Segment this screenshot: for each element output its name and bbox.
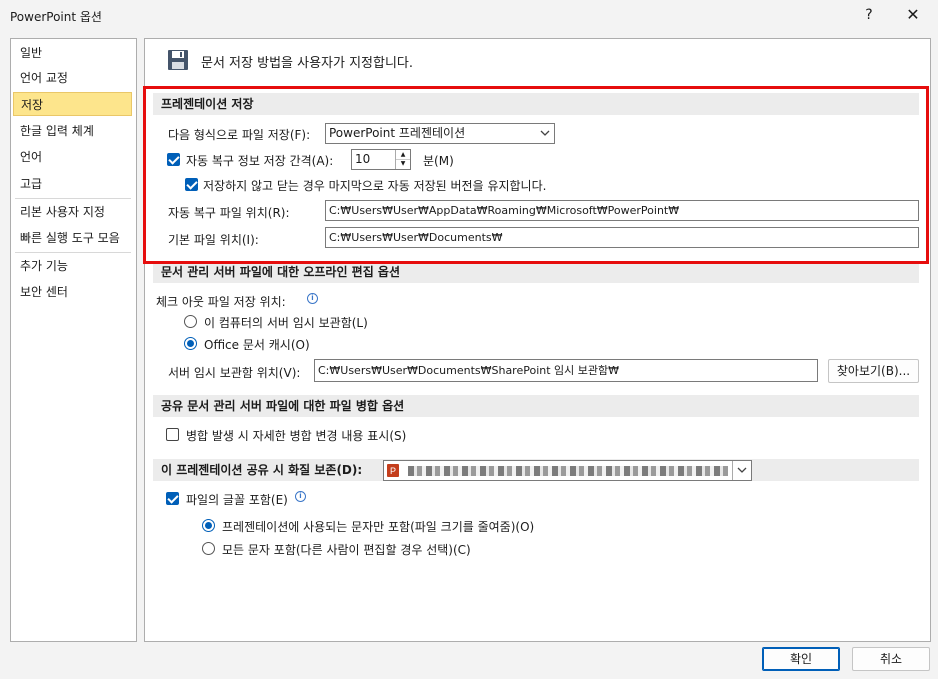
radio-this-computer-label: 이 컴퓨터의 서버 임시 보관함(L) (204, 316, 368, 330)
svg-text:P: P (390, 466, 396, 476)
chevron-down-icon (737, 467, 747, 473)
embed-fonts-label: 파일의 글꼴 포함(E) (186, 493, 288, 507)
radio-embed-used-chars-label: 프레젠테이션에 사용되는 문자만 포함(파일 크기를 줄여줌)(O) (222, 520, 535, 534)
sidebar-item-language[interactable]: 언어 (13, 145, 132, 169)
info-icon: i (295, 491, 306, 502)
show-merge-changes-label: 병합 발생 시 자세한 병합 변경 내용 표시(S) (186, 429, 407, 443)
help-button[interactable]: ? (858, 4, 880, 26)
redacted-presentation-name (408, 466, 728, 476)
sidebar-item-trust-center[interactable]: 보안 센터 (13, 280, 132, 304)
browse-button[interactable]: 찾아보기(B)... (828, 359, 919, 383)
radio-office-cache[interactable] (184, 337, 197, 350)
sidebar-item-proofing[interactable]: 언어 교정 (13, 66, 132, 90)
sidebar-item-customize-ribbon[interactable]: 리본 사용자 지정 (13, 200, 132, 224)
close-button[interactable]: ✕ (900, 4, 926, 26)
title-bar: PowerPoint 옵션 ? ✕ (0, 0, 938, 32)
embed-fonts-checkbox[interactable] (166, 492, 179, 505)
sidebar-item-save[interactable]: 저장 (13, 92, 132, 116)
server-drafts-input[interactable]: C:₩Users₩User₩Documents₩SharePoint 임시 보관… (314, 359, 818, 382)
sidebar-divider (15, 252, 131, 253)
powerpoint-file-icon: P (387, 464, 399, 477)
ok-button[interactable]: 확인 (762, 647, 840, 671)
radio-embed-all-chars-label: 모든 문자 포함(다른 사람이 편집할 경우 선택)(C) (222, 543, 471, 557)
sidebar-divider (15, 198, 131, 199)
dropdown-toggle[interactable] (732, 461, 751, 480)
checkout-location-label: 체크 아웃 파일 저장 위치: (156, 295, 286, 309)
presentation-select-dropdown[interactable]: P (383, 460, 752, 481)
highlight-box (143, 86, 929, 264)
server-drafts-label: 서버 임시 보관함 위치(V): (168, 366, 301, 380)
radio-embed-all-chars[interactable] (202, 542, 215, 555)
cancel-button[interactable]: 취소 (852, 647, 930, 671)
radio-this-computer[interactable] (184, 315, 197, 328)
show-merge-changes-checkbox[interactable] (166, 428, 179, 441)
radio-office-cache-label: Office 문서 캐시(O) (204, 338, 310, 352)
section-title-offline: 문서 관리 서버 파일에 대한 오프라인 편집 옵션 (153, 261, 919, 283)
sidebar-item-general[interactable]: 일반 (13, 41, 132, 65)
radio-embed-used-chars[interactable] (202, 519, 215, 532)
page-description: 문서 저장 방법을 사용자가 지정합니다. (201, 56, 414, 71)
window-title: PowerPoint 옵션 (10, 10, 102, 24)
section-title-merge: 공유 문서 관리 서버 파일에 대한 파일 병합 옵션 (153, 395, 919, 417)
info-icon: i (307, 293, 318, 304)
save-icon (168, 50, 188, 70)
sidebar-item-hangul-input[interactable]: 한글 입력 체계 (13, 119, 132, 143)
sidebar-item-advanced[interactable]: 고급 (13, 172, 132, 196)
sidebar-item-addins[interactable]: 추가 기능 (13, 254, 132, 278)
sidebar-item-quick-access[interactable]: 빠른 실행 도구 모음 (13, 226, 132, 250)
sidebar: 일반 언어 교정 저장 한글 입력 체계 언어 고급 리본 사용자 지정 빠른 … (10, 38, 137, 642)
